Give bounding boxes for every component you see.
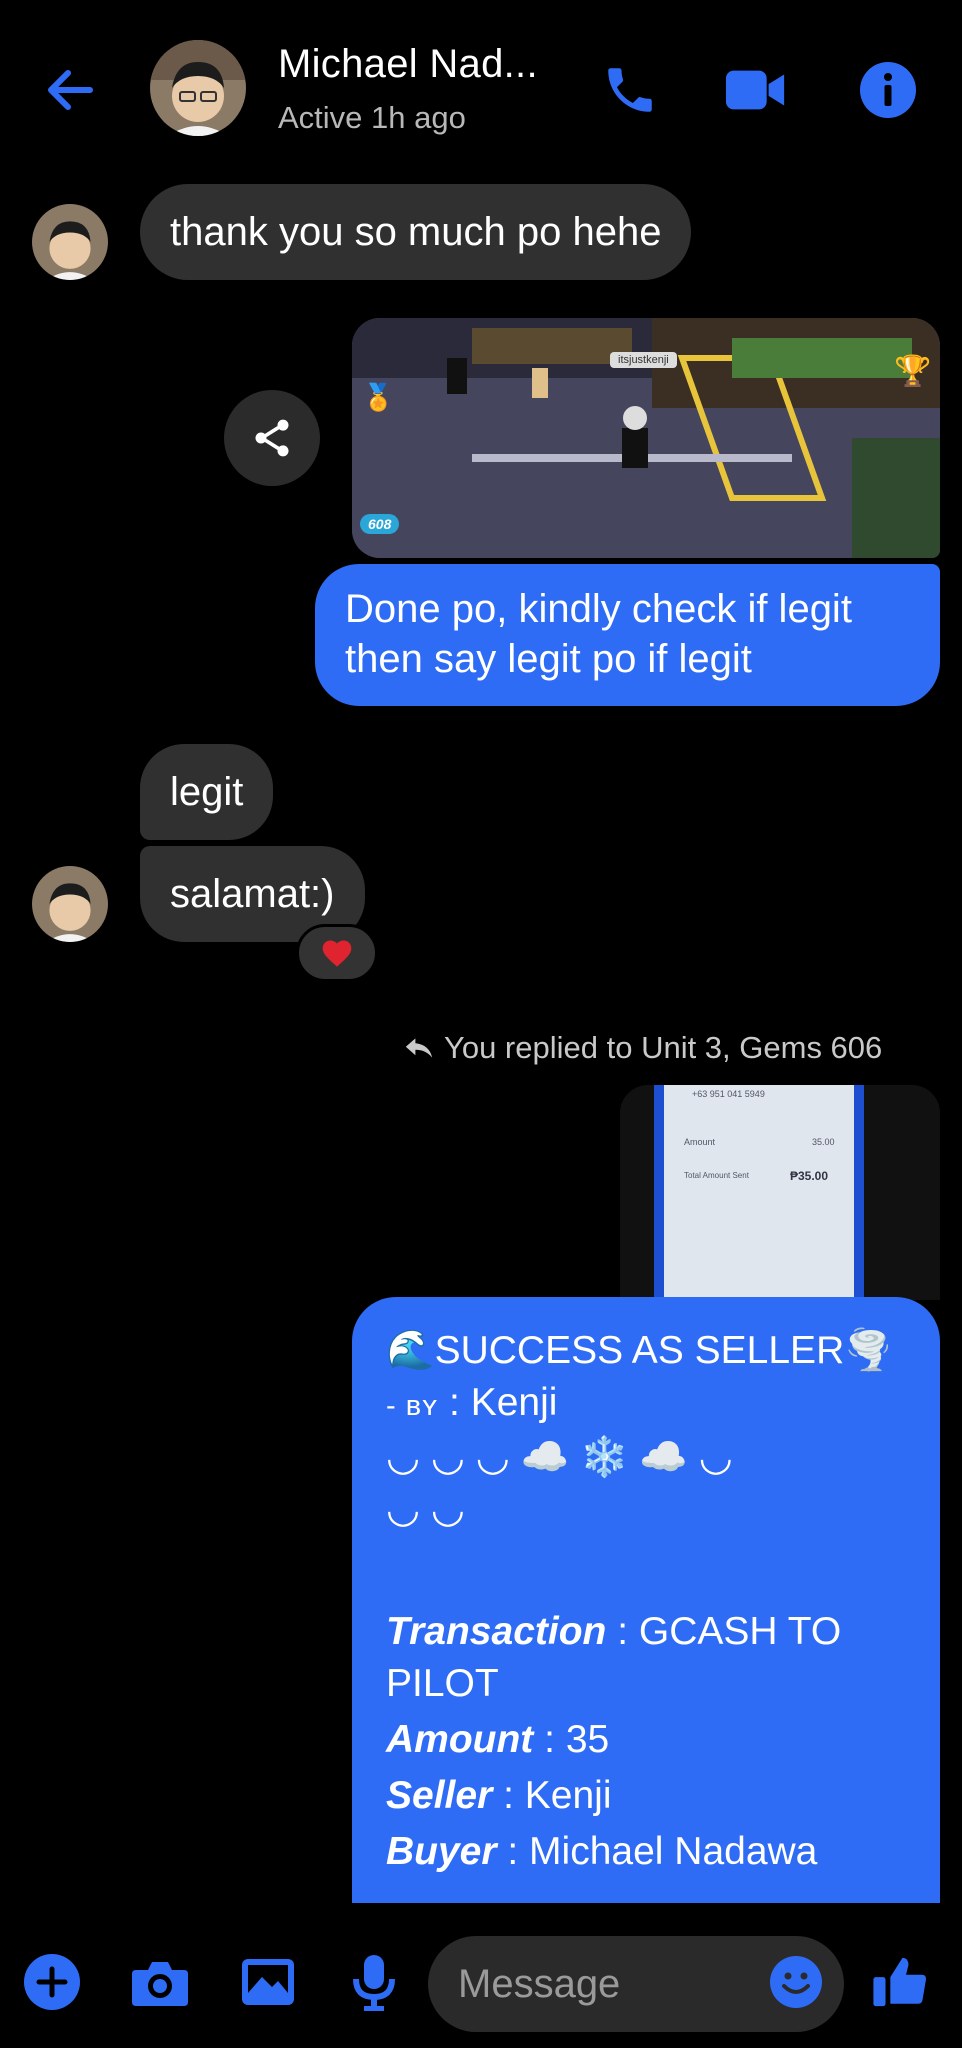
reply-arrow-icon <box>405 1038 433 1058</box>
tornado-icon: 🌪️ <box>844 1329 893 1372</box>
heart-icon <box>322 940 352 967</box>
message-text-line: then say legit po if legit <box>345 637 752 681</box>
receipt-amount-label: Amount <box>684 1137 716 1147</box>
avatar[interactable] <box>150 40 246 136</box>
receipt-total-label: Total Amount Sent <box>684 1171 749 1180</box>
avatar-image <box>150 40 246 136</box>
like-button[interactable] <box>868 1950 932 2014</box>
incoming-message[interactable]: thank you so much po hehe <box>140 184 692 280</box>
trophy-icon: 🏆 <box>894 355 932 388</box>
by-prefix: - ʙʏ <box>386 1390 439 1422</box>
heart-reaction[interactable] <box>296 924 378 982</box>
card-title: SUCCESS AS SELLER <box>434 1329 845 1372</box>
by-value: : Kenji <box>449 1381 558 1424</box>
seller-value: : Kenji <box>503 1774 612 1817</box>
video-camera-icon <box>725 70 785 110</box>
buyer-label: Buyer <box>386 1830 497 1873</box>
success-seller-card[interactable]: 🌊SUCCESS AS SELLER🌪️ - ʙʏ : Kenji ◡ ◡ ◡ … <box>352 1297 940 1903</box>
camera-button[interactable] <box>128 1950 192 2014</box>
contact-name[interactable]: Michael Nad... <box>278 42 538 87</box>
image-icon <box>242 1959 294 2005</box>
call-button[interactable] <box>598 58 662 122</box>
buyer-value: : Michael Nadawa <box>507 1830 818 1873</box>
reply-text: You replied to Unit 3, Gems 606 <box>444 1030 883 1065</box>
plus-icon <box>24 1954 80 2010</box>
back-arrow-icon <box>48 70 93 110</box>
receipt-screenshot[interactable]: +63 951 041 5949 Amount 35.00 Total Amou… <box>620 1085 940 1300</box>
gems-counter: 608 <box>360 514 400 534</box>
message-text: thank you so much po hehe <box>170 209 662 254</box>
message-text: salamat:) <box>170 871 335 916</box>
receipt-edge <box>654 1085 664 1300</box>
message-text-line: Done po, kindly check if legit <box>345 587 852 631</box>
video-call-button[interactable] <box>724 58 788 122</box>
player-nametag: itsjustkenji <box>610 352 677 368</box>
reply-indicator: You replied to Unit 3, Gems 606 <box>404 1030 882 1066</box>
transaction-value-cont: PILOT <box>386 1662 499 1705</box>
game-screenshot[interactable]: itsjustkenji 608 🏆 🏅 <box>352 318 940 558</box>
phone-icon <box>608 68 652 112</box>
transaction-value: : GCASH TO <box>617 1610 842 1653</box>
active-status: Active 1h ago <box>278 100 466 135</box>
transaction-label: Transaction <box>386 1610 607 1653</box>
avatar-image <box>32 866 108 942</box>
seller-row: Seller : Kenji <box>386 1770 906 1822</box>
voice-button[interactable] <box>342 1950 406 2014</box>
amount-row: Amount : 35 <box>386 1714 906 1766</box>
incoming-message[interactable]: legit <box>140 744 274 840</box>
transaction-row: Transaction : GCASH TO <box>386 1606 906 1658</box>
receipt-paper <box>664 1085 854 1300</box>
avatar-image <box>32 204 108 280</box>
share-icon <box>255 419 289 457</box>
amount-value: : 35 <box>544 1718 610 1761</box>
card-by-row: - ʙʏ : Kenji <box>386 1377 906 1432</box>
receipt-amount-value: 35.00 <box>812 1137 835 1147</box>
outgoing-message[interactable]: Done po, kindly check if legit then say … <box>315 564 940 706</box>
gallery-button[interactable] <box>236 1950 300 2014</box>
info-button[interactable] <box>856 58 920 122</box>
emoji-button[interactable] <box>764 1950 828 2014</box>
seller-label: Seller <box>386 1774 493 1817</box>
medal-icon: 🏅 <box>362 382 395 412</box>
microphone-icon <box>353 1955 395 2011</box>
wave-icon: 🌊 <box>386 1329 435 1372</box>
back-button[interactable] <box>40 60 110 120</box>
decoration-line: ◡ ◡ ◡ ☁️ ❄️ ☁️ ◡ <box>386 1436 733 1479</box>
receipt-total-value: ₱35.00 <box>790 1169 829 1183</box>
thumbs-up-icon <box>873 1957 926 2007</box>
message-text: legit <box>170 769 244 814</box>
amount-label: Amount <box>386 1718 534 1761</box>
info-icon <box>860 62 916 118</box>
decoration-line: ◡ ◡ <box>386 1488 465 1531</box>
card-title-row: 🌊SUCCESS AS SELLER🌪️ <box>386 1325 906 1377</box>
camera-icon <box>132 1962 188 2006</box>
add-button[interactable] <box>20 1950 84 2014</box>
contact-avatar[interactable] <box>32 204 108 280</box>
emoji-icon <box>770 1956 822 2008</box>
contact-avatar[interactable] <box>32 866 108 942</box>
share-button[interactable] <box>224 390 320 486</box>
receipt-edge <box>854 1085 864 1300</box>
buyer-row: Buyer : Michael Nadawa <box>386 1826 906 1878</box>
receipt-phone: +63 951 041 5949 <box>692 1089 765 1099</box>
